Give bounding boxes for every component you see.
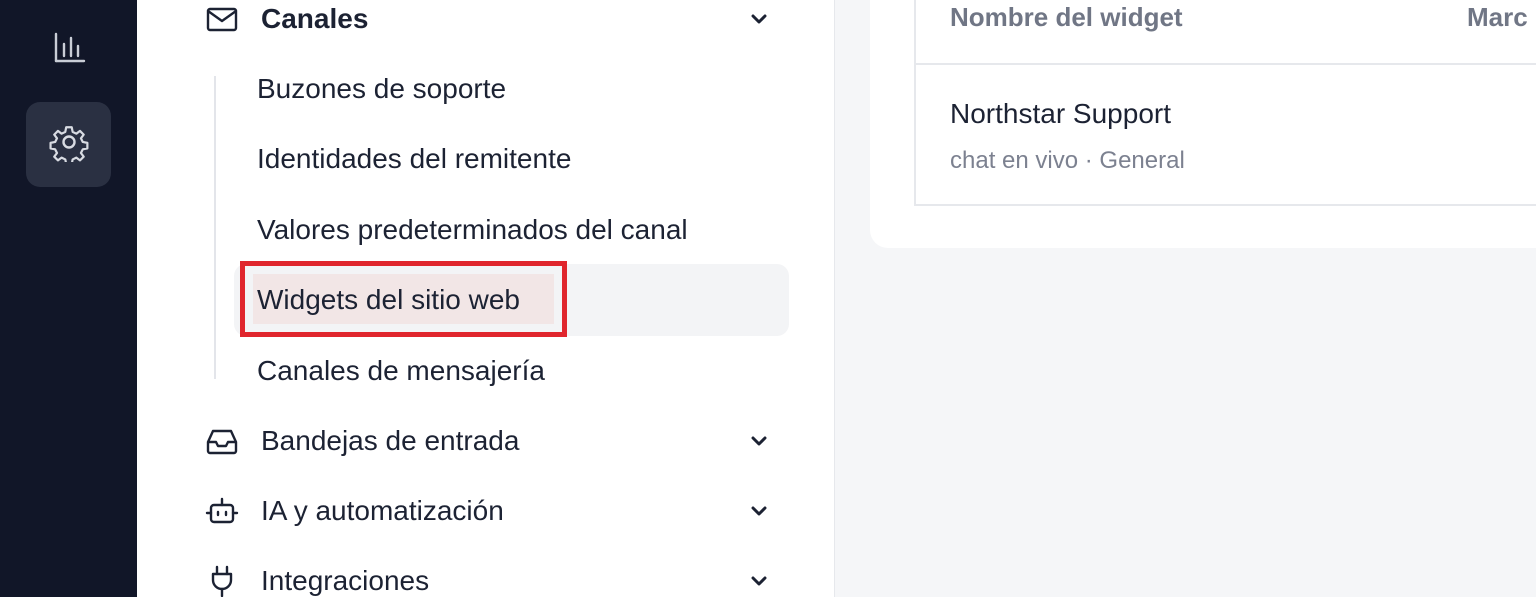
nav-group-label: Canales bbox=[261, 3, 369, 34]
chevron-down-icon bbox=[751, 436, 767, 446]
table-header-divider bbox=[914, 63, 1536, 65]
inbox-icon bbox=[205, 423, 241, 459]
column-header-marca[interactable]: Marc bbox=[1467, 2, 1528, 33]
nav-item-valores-predeterminados[interactable]: Valores predeterminados del canal bbox=[257, 210, 688, 250]
nav-item-widgets-sitio-web[interactable]: Widgets del sitio web bbox=[257, 280, 520, 320]
tree-connector bbox=[214, 76, 216, 379]
gear-icon bbox=[48, 122, 89, 167]
nav-group-canales[interactable]: Canales bbox=[205, 0, 775, 39]
nav-group-label: Bandejas de entrada bbox=[261, 425, 520, 456]
nav-group-bandejas[interactable]: Bandejas de entrada bbox=[205, 421, 775, 461]
settings-rail-button[interactable] bbox=[26, 102, 111, 187]
chevron-down-icon bbox=[751, 576, 767, 586]
nav-item-buzones[interactable]: Buzones de soporte bbox=[257, 69, 506, 109]
nav-group-label: IA y automatización bbox=[261, 495, 504, 526]
nav-group-integraciones[interactable]: Integraciones bbox=[205, 561, 775, 597]
reports-rail-button[interactable] bbox=[26, 8, 111, 93]
plug-icon bbox=[205, 563, 241, 597]
mail-icon bbox=[205, 1, 241, 37]
chevron-down-icon bbox=[751, 506, 767, 516]
nav-group-label: Integraciones bbox=[261, 565, 430, 596]
widget-meta: chat en vivo · General bbox=[950, 147, 1185, 174]
nav-group-ia[interactable]: IA y automatización bbox=[205, 491, 775, 531]
icon-rail bbox=[0, 0, 137, 597]
nav-item-canales-mensajeria[interactable]: Canales de mensajería bbox=[257, 351, 545, 391]
main-content: Nombre del widget Marc Northstar Support… bbox=[835, 0, 1536, 597]
robot-icon bbox=[205, 493, 241, 529]
bar-chart-icon bbox=[49, 28, 89, 73]
widget-name[interactable]: Northstar Support bbox=[950, 98, 1171, 130]
column-header-name[interactable]: Nombre del widget bbox=[950, 2, 1183, 33]
chevron-down-icon bbox=[751, 14, 767, 24]
settings-nav: Canales Buzones de soporte Identidades d… bbox=[137, 0, 835, 597]
nav-item-identidades[interactable]: Identidades del remitente bbox=[257, 139, 571, 179]
app-window: Canales Buzones de soporte Identidades d… bbox=[0, 0, 1536, 597]
